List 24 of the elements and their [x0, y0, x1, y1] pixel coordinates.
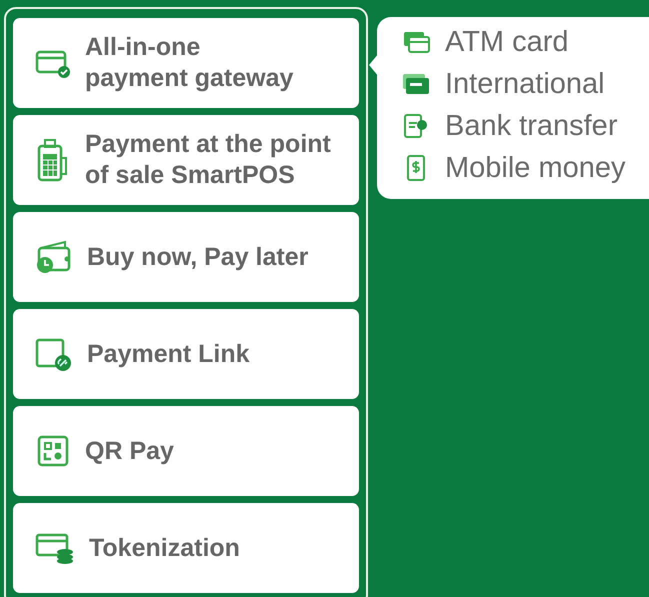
menu-item[interactable]: Payment Link [13, 309, 359, 399]
wallet-clock-icon [35, 240, 73, 274]
menu-item-label: Payment Link [87, 338, 250, 370]
link-icon [35, 337, 73, 371]
menu-item[interactable]: Tokenization [13, 503, 359, 593]
invoice-dollar-icon [403, 113, 429, 139]
submenu-item[interactable]: ATM card [445, 26, 569, 58]
cards-icon [402, 30, 430, 54]
submenu-item[interactable]: Mobile money [445, 152, 626, 184]
submenu-item[interactable]: Bank transfer [445, 110, 618, 142]
card-check-icon [35, 48, 71, 78]
menu-item-label: Payment at the point of sale SmartPOS [85, 129, 331, 191]
menu-item[interactable]: QR Pay [13, 406, 359, 496]
submenu-item[interactable]: International [445, 68, 605, 100]
menu-item-label: All-in-one payment gateway [85, 32, 294, 94]
menu-item-label: Buy now, Pay later [87, 242, 308, 272]
menu-item[interactable]: Payment at the point of sale SmartPOS [13, 115, 359, 205]
card-coins-icon [35, 532, 75, 564]
visa-card-icon [402, 73, 430, 95]
menu-item-label: QR Pay [85, 436, 174, 466]
phone-dollar-icon [405, 154, 427, 182]
menu-item[interactable]: Buy now, Pay later [13, 212, 359, 302]
menu-item-label: Tokenization [89, 532, 240, 564]
qr-code-icon [35, 433, 71, 469]
